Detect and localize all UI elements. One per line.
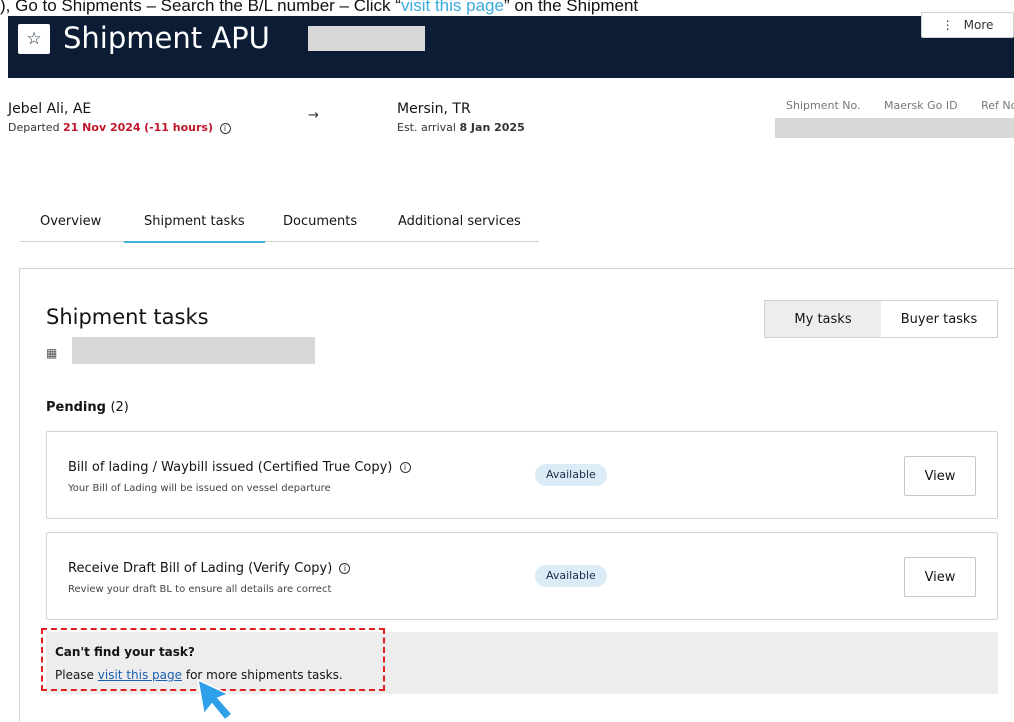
my-tasks-toggle[interactable]: My tasks	[765, 301, 881, 337]
info-icon[interactable]: i	[219, 122, 231, 134]
shipment-title: Shipment APU	[63, 21, 270, 55]
shipment-tabs: Overview Shipment tasks Documents Additi…	[20, 200, 539, 243]
redacted-shipment-id	[308, 26, 425, 51]
instruction-link-text: visit this page	[400, 0, 504, 15]
destination-port: Mersin, TR	[397, 101, 471, 117]
panel-title: Shipment tasks	[46, 305, 209, 329]
route-arrow-icon: →	[308, 108, 319, 123]
departed-delta: (-11 hours)	[144, 121, 214, 134]
status-badge: Available	[535, 464, 607, 486]
tab-overview[interactable]: Overview	[40, 214, 101, 229]
info-icon[interactable]: i	[399, 462, 411, 473]
star-icon: ☆	[26, 29, 42, 49]
task-title: Bill of lading / Waybill issued (Certifi…	[68, 460, 411, 475]
maersk-go-id-label: Maersk Go ID	[884, 99, 958, 112]
buyer-tasks-toggle[interactable]: Buyer tasks	[881, 301, 997, 337]
favorite-star-button[interactable]: ☆	[18, 24, 50, 54]
more-button[interactable]: ⋮ More	[921, 12, 1014, 38]
instruction-text: ), Go to Shipments – Search the B/L numb…	[0, 0, 401, 15]
redacted-meta-values	[775, 118, 1014, 138]
view-button[interactable]: View	[904, 557, 976, 597]
task-description: Review your draft BL to ensure all detai…	[68, 584, 332, 595]
destination-block: Mersin, TR Est. arrival 8 Jan 2025	[397, 101, 525, 134]
building-icon: ▦	[46, 346, 58, 360]
task-title: Receive Draft Bill of Lading (Verify Cop…	[68, 561, 351, 576]
cursor-pointer-icon	[197, 678, 234, 722]
pending-heading: Pending (2)	[46, 400, 129, 415]
task-title-text: Receive Draft Bill of Lading (Verify Cop…	[68, 561, 333, 576]
tab-additional-services[interactable]: Additional services	[398, 214, 521, 229]
departed-info: Departed 21 Nov 2024 (-11 hours) i	[8, 121, 231, 134]
task-description: Your Bill of Lading will be issued on ve…	[68, 483, 331, 494]
info-icon[interactable]: i	[339, 563, 351, 574]
pending-label: Pending	[46, 400, 106, 415]
departed-label: Departed	[8, 121, 60, 134]
arrival-label: Est. arrival	[397, 121, 456, 134]
more-label: More	[963, 18, 994, 32]
instruction-text-end: ” on the Shipment	[503, 0, 639, 15]
kebab-icon: ⋮	[941, 18, 954, 32]
view-button[interactable]: View	[904, 456, 976, 496]
departed-date: 21 Nov 2024	[63, 121, 141, 134]
task-card: Receive Draft Bill of Lading (Verify Cop…	[46, 532, 998, 620]
ref-no-label: Ref No	[981, 99, 1014, 112]
tab-documents[interactable]: Documents	[283, 214, 357, 229]
origin-block: Jebel Ali, AE Departed 21 Nov 2024 (-11 …	[8, 101, 231, 134]
shipment-meta-labels: Shipment No. Maersk Go ID Ref No	[786, 99, 1014, 112]
pending-count: (2)	[110, 400, 129, 415]
shipment-header-bar: ☆ Shipment APU ⋮ More	[8, 12, 1014, 78]
task-title-text: Bill of lading / Waybill issued (Certifi…	[68, 460, 393, 475]
redacted-company-name	[72, 337, 315, 364]
task-owner-toggle: My tasks Buyer tasks	[764, 300, 998, 338]
task-card: Bill of lading / Waybill issued (Certifi…	[46, 431, 998, 519]
tab-shipment-tasks[interactable]: Shipment tasks	[124, 214, 265, 243]
origin-port: Jebel Ali, AE	[8, 101, 92, 117]
arrival-date: 8 Jan 2025	[459, 121, 525, 134]
shipment-no-label: Shipment No.	[786, 99, 861, 112]
instruction-caption: ), Go to Shipments – Search the B/L numb…	[0, 0, 1014, 16]
status-badge: Available	[535, 565, 607, 587]
arrival-info: Est. arrival 8 Jan 2025	[397, 121, 525, 134]
